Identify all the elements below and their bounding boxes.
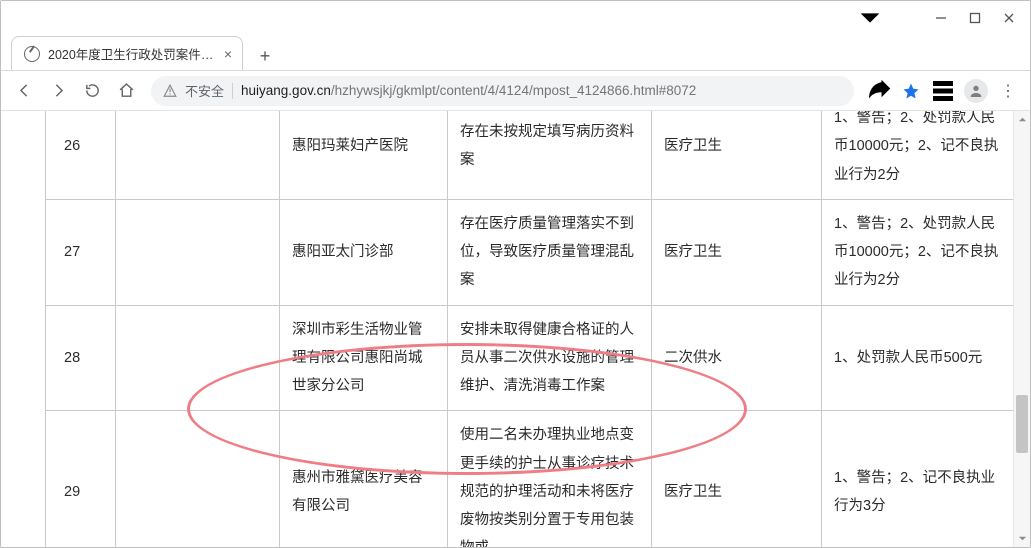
window-dropdown-icon[interactable]: [856, 4, 884, 32]
scrollbar-thumb[interactable]: [1016, 395, 1028, 453]
globe-icon: [24, 46, 40, 62]
cell-blank: [116, 111, 280, 199]
cell-case: 使用二名未办理执业地点变更手续的护士从事诊疗技术规范的护理活动和未将医疗废物按类…: [448, 411, 652, 547]
back-button[interactable]: [9, 76, 39, 106]
cell-blank: [116, 411, 280, 547]
insecure-label: 不安全: [185, 81, 224, 100]
window-maximize-button[interactable]: [958, 4, 992, 32]
cell-domain: 医疗卫生: [652, 411, 822, 547]
browser-tab[interactable]: 2020年度卫生行政处罚案件信息 ×: [11, 36, 243, 70]
penalty-table: 26惠阳玛莱妇产医院存在未按规定填写病历资料案医疗卫生1、警告；2、处罚款人民币…: [45, 111, 1013, 547]
cell-case: 安排未取得健康合格证的人员从事二次供水设施的管理维护、清洗消毒工作案: [448, 305, 652, 411]
cell-party: 惠州市雅黛医疗美容有限公司: [280, 411, 448, 547]
share-button[interactable]: [864, 76, 894, 106]
window-minimize-button[interactable]: [924, 4, 958, 32]
tab-strip: 2020年度卫生行政处罚案件信息 × +: [1, 35, 1030, 71]
address-separator: [232, 83, 233, 99]
browser-toolbar: 不安全 huiyang.gov.cn/hzhywsjkj/gkmlpt/cont…: [1, 71, 1030, 111]
scroll-down-arrow[interactable]: [1014, 530, 1030, 547]
tab-title: 2020年度卫生行政处罚案件信息: [48, 44, 214, 63]
menu-button[interactable]: ⋮: [994, 81, 1022, 101]
table-row: 27 惠阳亚太门诊部存在医疗质量管理落实不到位，导致医疗质量管理混乱案医疗卫生1、…: [46, 199, 1014, 305]
cell-blank: [116, 199, 280, 305]
new-tab-button[interactable]: +: [251, 42, 279, 70]
cell-penalty: 1、警告；2、处罚款人民币10000元；2、记不良执业行为2分: [822, 199, 1014, 305]
table-row: 29 惠州市雅黛医疗美容有限公司使用二名未办理执业地点变更手续的护士从事诊疗技术规…: [46, 411, 1014, 547]
cell-penalty: 1、处罚款人民币500元: [822, 305, 1014, 411]
address-bar[interactable]: 不安全 huiyang.gov.cn/hzhywsjkj/gkmlpt/cont…: [151, 76, 854, 106]
table-row: 26 惠阳玛莱妇产医院存在未按规定填写病历资料案医疗卫生1、警告；2、处罚款人民币…: [46, 111, 1014, 199]
cell-no: 29: [46, 411, 116, 547]
url-host: huiyang.gov.cn: [241, 83, 331, 98]
address-url: huiyang.gov.cn/hzhywsjkj/gkmlpt/content/…: [241, 83, 696, 98]
cell-no: 26: [46, 111, 116, 199]
reading-list-button[interactable]: [928, 76, 958, 106]
cell-party: 惠阳亚太门诊部: [280, 199, 448, 305]
toolbar-right: ⋮: [864, 76, 1022, 106]
profile-avatar[interactable]: [964, 79, 988, 103]
tab-close-button[interactable]: ×: [224, 47, 232, 61]
cell-party: 惠阳玛莱妇产医院: [280, 111, 448, 199]
cell-case: 存在未按规定填写病历资料案: [448, 111, 652, 199]
cell-domain: 二次供水: [652, 305, 822, 411]
window-close-button[interactable]: [992, 4, 1026, 32]
cell-no: 27: [46, 199, 116, 305]
reload-button[interactable]: [77, 76, 107, 106]
cell-penalty: 1、警告；2、记不良执业行为3分: [822, 411, 1014, 547]
cell-domain: 医疗卫生: [652, 199, 822, 305]
cell-party: 深圳市彩生活物业管理有限公司惠阳尚城世家分公司: [280, 305, 448, 411]
browser-window: 2020年度卫生行政处罚案件信息 × + 不安全 huiyang.gov.cn/…: [0, 0, 1031, 548]
page-viewport: 26惠阳玛莱妇产医院存在未按规定填写病历资料案医疗卫生1、警告；2、处罚款人民币…: [1, 111, 1030, 547]
cell-penalty: 1、警告；2、处罚款人民币10000元；2、记不良执业行为2分: [822, 111, 1014, 199]
home-button[interactable]: [111, 76, 141, 106]
url-path: /hzhywsjkj/gkmlpt/content/4/4124/mpost_4…: [331, 83, 696, 98]
cell-blank: [116, 305, 280, 411]
cell-domain: 医疗卫生: [652, 111, 822, 199]
bookmark-star-button[interactable]: [896, 76, 926, 106]
window-titlebar: [1, 1, 1030, 35]
forward-button[interactable]: [43, 76, 73, 106]
cell-case: 存在医疗质量管理落实不到位，导致医疗质量管理混乱案: [448, 199, 652, 305]
page-content: 26惠阳玛莱妇产医院存在未按规定填写病历资料案医疗卫生1、警告；2、处罚款人民币…: [1, 111, 1013, 547]
insecure-icon: [163, 84, 177, 98]
cell-no: 28: [46, 305, 116, 411]
table-row: 28 深圳市彩生活物业管理有限公司惠阳尚城世家分公司安排未取得健康合格证的人员从事…: [46, 305, 1014, 411]
scroll-up-arrow[interactable]: [1014, 111, 1030, 128]
vertical-scrollbar[interactable]: [1013, 111, 1030, 547]
